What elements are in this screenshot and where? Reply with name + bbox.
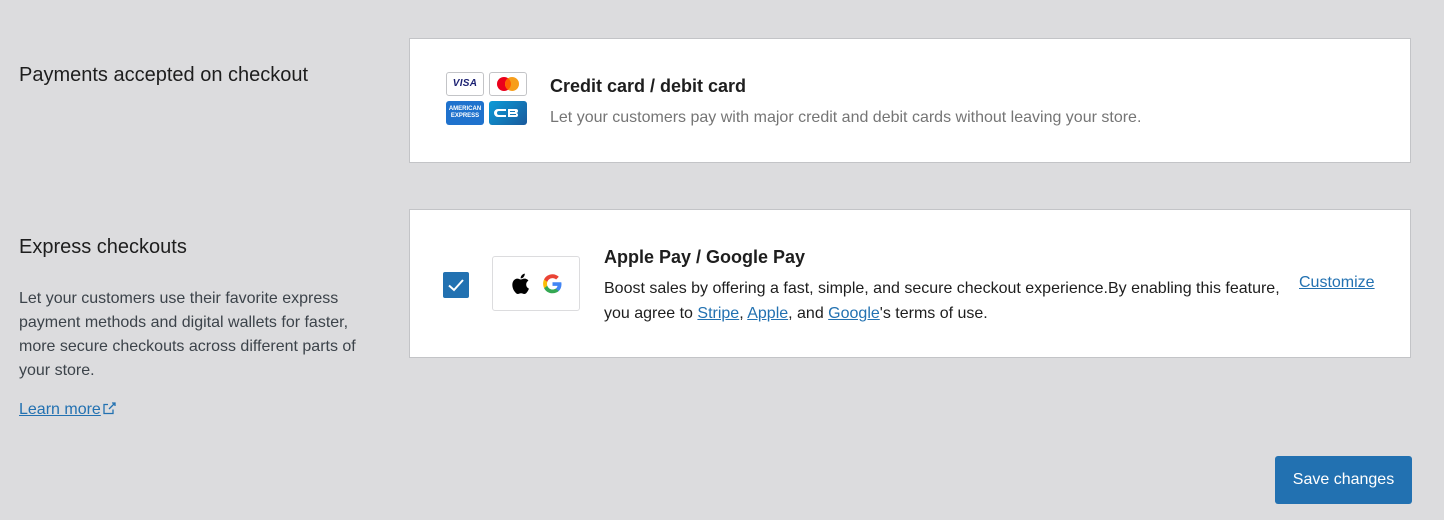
apple-icon <box>512 273 529 294</box>
customize-link[interactable]: Customize <box>1299 274 1375 292</box>
stripe-terms-link[interactable]: Stripe <box>697 305 739 322</box>
payments-section-title: Payments accepted on checkout <box>19 64 309 86</box>
american-express-icon: AMERICAN EXPRESS <box>446 101 484 125</box>
save-changes-button[interactable]: Save changes <box>1275 456 1412 504</box>
wallet-logos <box>492 256 580 311</box>
cartes-bancaires-icon <box>489 101 527 125</box>
express-checkout-method-card: Apple Pay / Google Pay Boost sales by of… <box>409 209 1411 358</box>
apple-google-pay-title: Apple Pay / Google Pay <box>604 247 806 267</box>
apple-google-pay-checkbox[interactable] <box>443 272 469 298</box>
external-link-icon <box>103 402 116 415</box>
credit-card-description: Let your customers pay with major credit… <box>550 109 1142 126</box>
apple-google-pay-description: Boost sales by offering a fast, simple, … <box>604 280 1280 322</box>
mastercard-icon <box>489 72 527 96</box>
learn-more-link[interactable]: Learn more <box>19 401 116 419</box>
google-icon <box>543 274 562 294</box>
apple-terms-link[interactable]: Apple <box>747 305 788 322</box>
google-terms-link[interactable]: Google <box>828 305 880 322</box>
credit-card-title: Credit card / debit card <box>550 76 747 96</box>
credit-card-method-card: VISA AMERICAN EXPRESS Credit card / debi… <box>409 38 1411 163</box>
visa-icon: VISA <box>446 72 484 96</box>
express-section-title: Express checkouts <box>19 236 187 258</box>
card-brand-logos: VISA AMERICAN EXPRESS <box>446 72 528 126</box>
express-section-description: Let your customers use their favorite ex… <box>19 290 356 379</box>
checkmark-icon <box>448 279 464 292</box>
